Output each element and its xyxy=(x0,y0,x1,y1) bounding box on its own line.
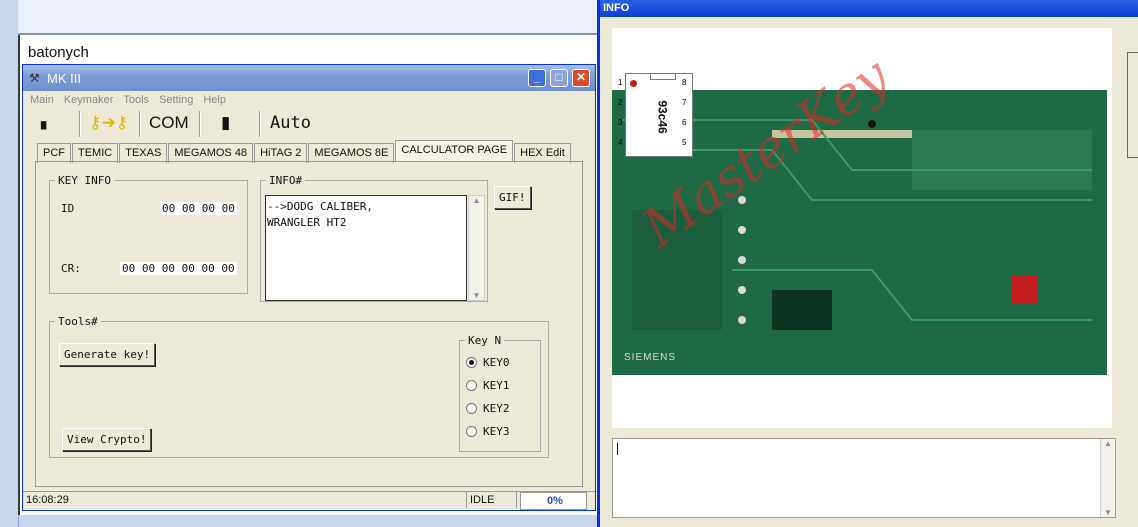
info-notes-field[interactable]: ▲ ▼ xyxy=(612,438,1116,518)
cr-field[interactable]: 00 00 00 00 00 00 xyxy=(120,262,237,275)
key-info-legend: KEY INFO xyxy=(58,174,111,187)
com-button[interactable]: COM xyxy=(149,113,189,133)
progress-bar: 0% xyxy=(520,492,587,510)
tab-calculator-page[interactable]: CALCULATOR PAGE xyxy=(395,140,514,162)
radio-unchecked-icon xyxy=(466,403,477,414)
radio-checked-icon xyxy=(466,357,477,368)
toolbar-separator xyxy=(199,111,201,137)
key-info-group: KEY INFO xyxy=(49,174,248,294)
radio-key0[interactable]: KEY0 xyxy=(466,356,510,369)
siemens-label: SIEMENS xyxy=(624,352,677,363)
chip-pin-label: 7 xyxy=(682,98,687,107)
chip-pin-label: 3 xyxy=(618,118,623,127)
keys-icon[interactable]: ⚷➔⚷ xyxy=(89,113,128,133)
text-cursor xyxy=(617,443,618,455)
tab-hex-edit[interactable]: HEX Edit xyxy=(514,143,571,163)
maximize-button[interactable]: □ xyxy=(550,69,568,87)
menu-setting[interactable]: Setting xyxy=(159,94,193,106)
radio-unchecked-icon xyxy=(466,380,477,391)
chip-label: 93c46 xyxy=(655,100,670,134)
chip-pin-label: 8 xyxy=(682,78,687,87)
chip-pin-label: 6 xyxy=(682,118,687,127)
app-icon: ⚒ xyxy=(29,71,40,85)
eeprom-chip-diagram: 93c46 1 2 3 4 8 7 6 5 xyxy=(618,73,693,157)
tab-temic[interactable]: TEMIC xyxy=(72,143,119,163)
view-crypto-button[interactable]: View Crypto! xyxy=(62,428,152,451)
info-window: INFO SIEMENS MasterKey 93c46 1 2 3 4 8 7… xyxy=(597,0,1138,527)
scroll-up-icon[interactable]: ▲ xyxy=(469,196,484,205)
background-left-pane xyxy=(0,0,19,527)
id-label: ID xyxy=(61,202,75,215)
battery-icon[interactable]: ▮ xyxy=(221,113,230,133)
mk-window-title: MK III xyxy=(47,70,81,86)
toolbar-separator xyxy=(139,111,141,137)
radio-key2[interactable]: KEY2 xyxy=(466,402,510,415)
chip-pin-label: 5 xyxy=(682,138,687,147)
tools-legend: Tools# xyxy=(58,315,98,328)
key-n-legend: Key N xyxy=(468,334,502,347)
notes-scrollbar[interactable]: ▲ ▼ xyxy=(1100,439,1115,517)
menu-main[interactable]: Main xyxy=(30,94,54,106)
chip-dot-icon xyxy=(630,80,637,87)
toolbar: ▖ ⚷➔⚷ COM ▮ Auto xyxy=(23,109,595,139)
menu-help[interactable]: Help xyxy=(203,94,226,106)
calculator-page: KEY INFO ID 00 00 00 00 CR: 00 00 00 00 … xyxy=(35,161,583,487)
info-title-bar[interactable]: INFO xyxy=(600,0,1138,17)
select-icon[interactable]: ▖ xyxy=(41,113,52,130)
info-line-2: WRANGLER HT2 xyxy=(267,216,347,229)
chip-pin-label: 4 xyxy=(618,138,623,147)
status-bar: 16:08:29 IDLE 0% xyxy=(23,491,595,510)
side-button[interactable] xyxy=(1127,52,1138,158)
minimize-button[interactable]: _ xyxy=(528,69,546,87)
status-time: 16:08:29 xyxy=(23,492,467,508)
close-button[interactable]: ✕ xyxy=(572,69,590,87)
mk-window: ⚒ MK III _ □ ✕ Main Keymaker Tools Setti… xyxy=(22,64,596,511)
background-top-pane xyxy=(18,0,597,35)
tab-texas[interactable]: TEXAS xyxy=(119,143,168,163)
scroll-down-icon[interactable]: ▼ xyxy=(1101,508,1115,517)
chip-notch xyxy=(650,74,676,80)
radio-key3[interactable]: KEY3 xyxy=(466,425,510,438)
chip-pin-label: 2 xyxy=(618,98,623,107)
menu-bar: Main Keymaker Tools Setting Help xyxy=(23,91,595,109)
info-scrollbar[interactable]: ▲ ▼ xyxy=(468,195,485,301)
tab-megamos-48[interactable]: MEGAMOS 48 xyxy=(168,143,254,163)
status-state: IDLE xyxy=(467,492,517,508)
id-field[interactable]: 00 00 00 00 xyxy=(160,202,237,215)
auto-button[interactable]: Auto xyxy=(270,113,311,133)
radio-key1[interactable]: KEY1 xyxy=(466,379,510,392)
scroll-up-icon[interactable]: ▲ xyxy=(1101,439,1115,448)
user-label: batonych xyxy=(28,44,89,61)
scroll-down-icon[interactable]: ▼ xyxy=(469,291,484,300)
radio-unchecked-icon xyxy=(466,426,477,437)
tab-pcf[interactable]: PCF xyxy=(37,143,71,163)
info-textbox[interactable]: -->DODG CALIBER, WRANGLER HT2 xyxy=(265,195,467,301)
menu-keymaker[interactable]: Keymaker xyxy=(64,94,114,106)
tab-megamos-8e[interactable]: MEGAMOS 8E xyxy=(308,143,395,163)
toolbar-separator xyxy=(79,111,81,137)
cr-label: CR: xyxy=(61,262,81,275)
menu-tools[interactable]: Tools xyxy=(123,94,149,106)
tab-hitag-2[interactable]: HiTAG 2 xyxy=(254,143,308,163)
mk-title-bar[interactable]: ⚒ MK III _ □ ✕ xyxy=(23,65,595,91)
pcb-photo: SIEMENS MasterKey 93c46 1 2 3 4 8 7 6 5 xyxy=(612,28,1112,428)
gif-button[interactable]: GIF! xyxy=(494,186,531,209)
info-legend: INFO# xyxy=(269,174,303,187)
chip-pin-label: 1 xyxy=(618,78,623,87)
info-line-1: -->DODG CALIBER, xyxy=(267,200,373,213)
toolbar-separator xyxy=(259,111,261,137)
tab-strip: PCF TEMIC TEXAS MEGAMOS 48 HiTAG 2 MEGAM… xyxy=(37,140,572,163)
generate-key-button[interactable]: Generate key! xyxy=(59,343,156,366)
